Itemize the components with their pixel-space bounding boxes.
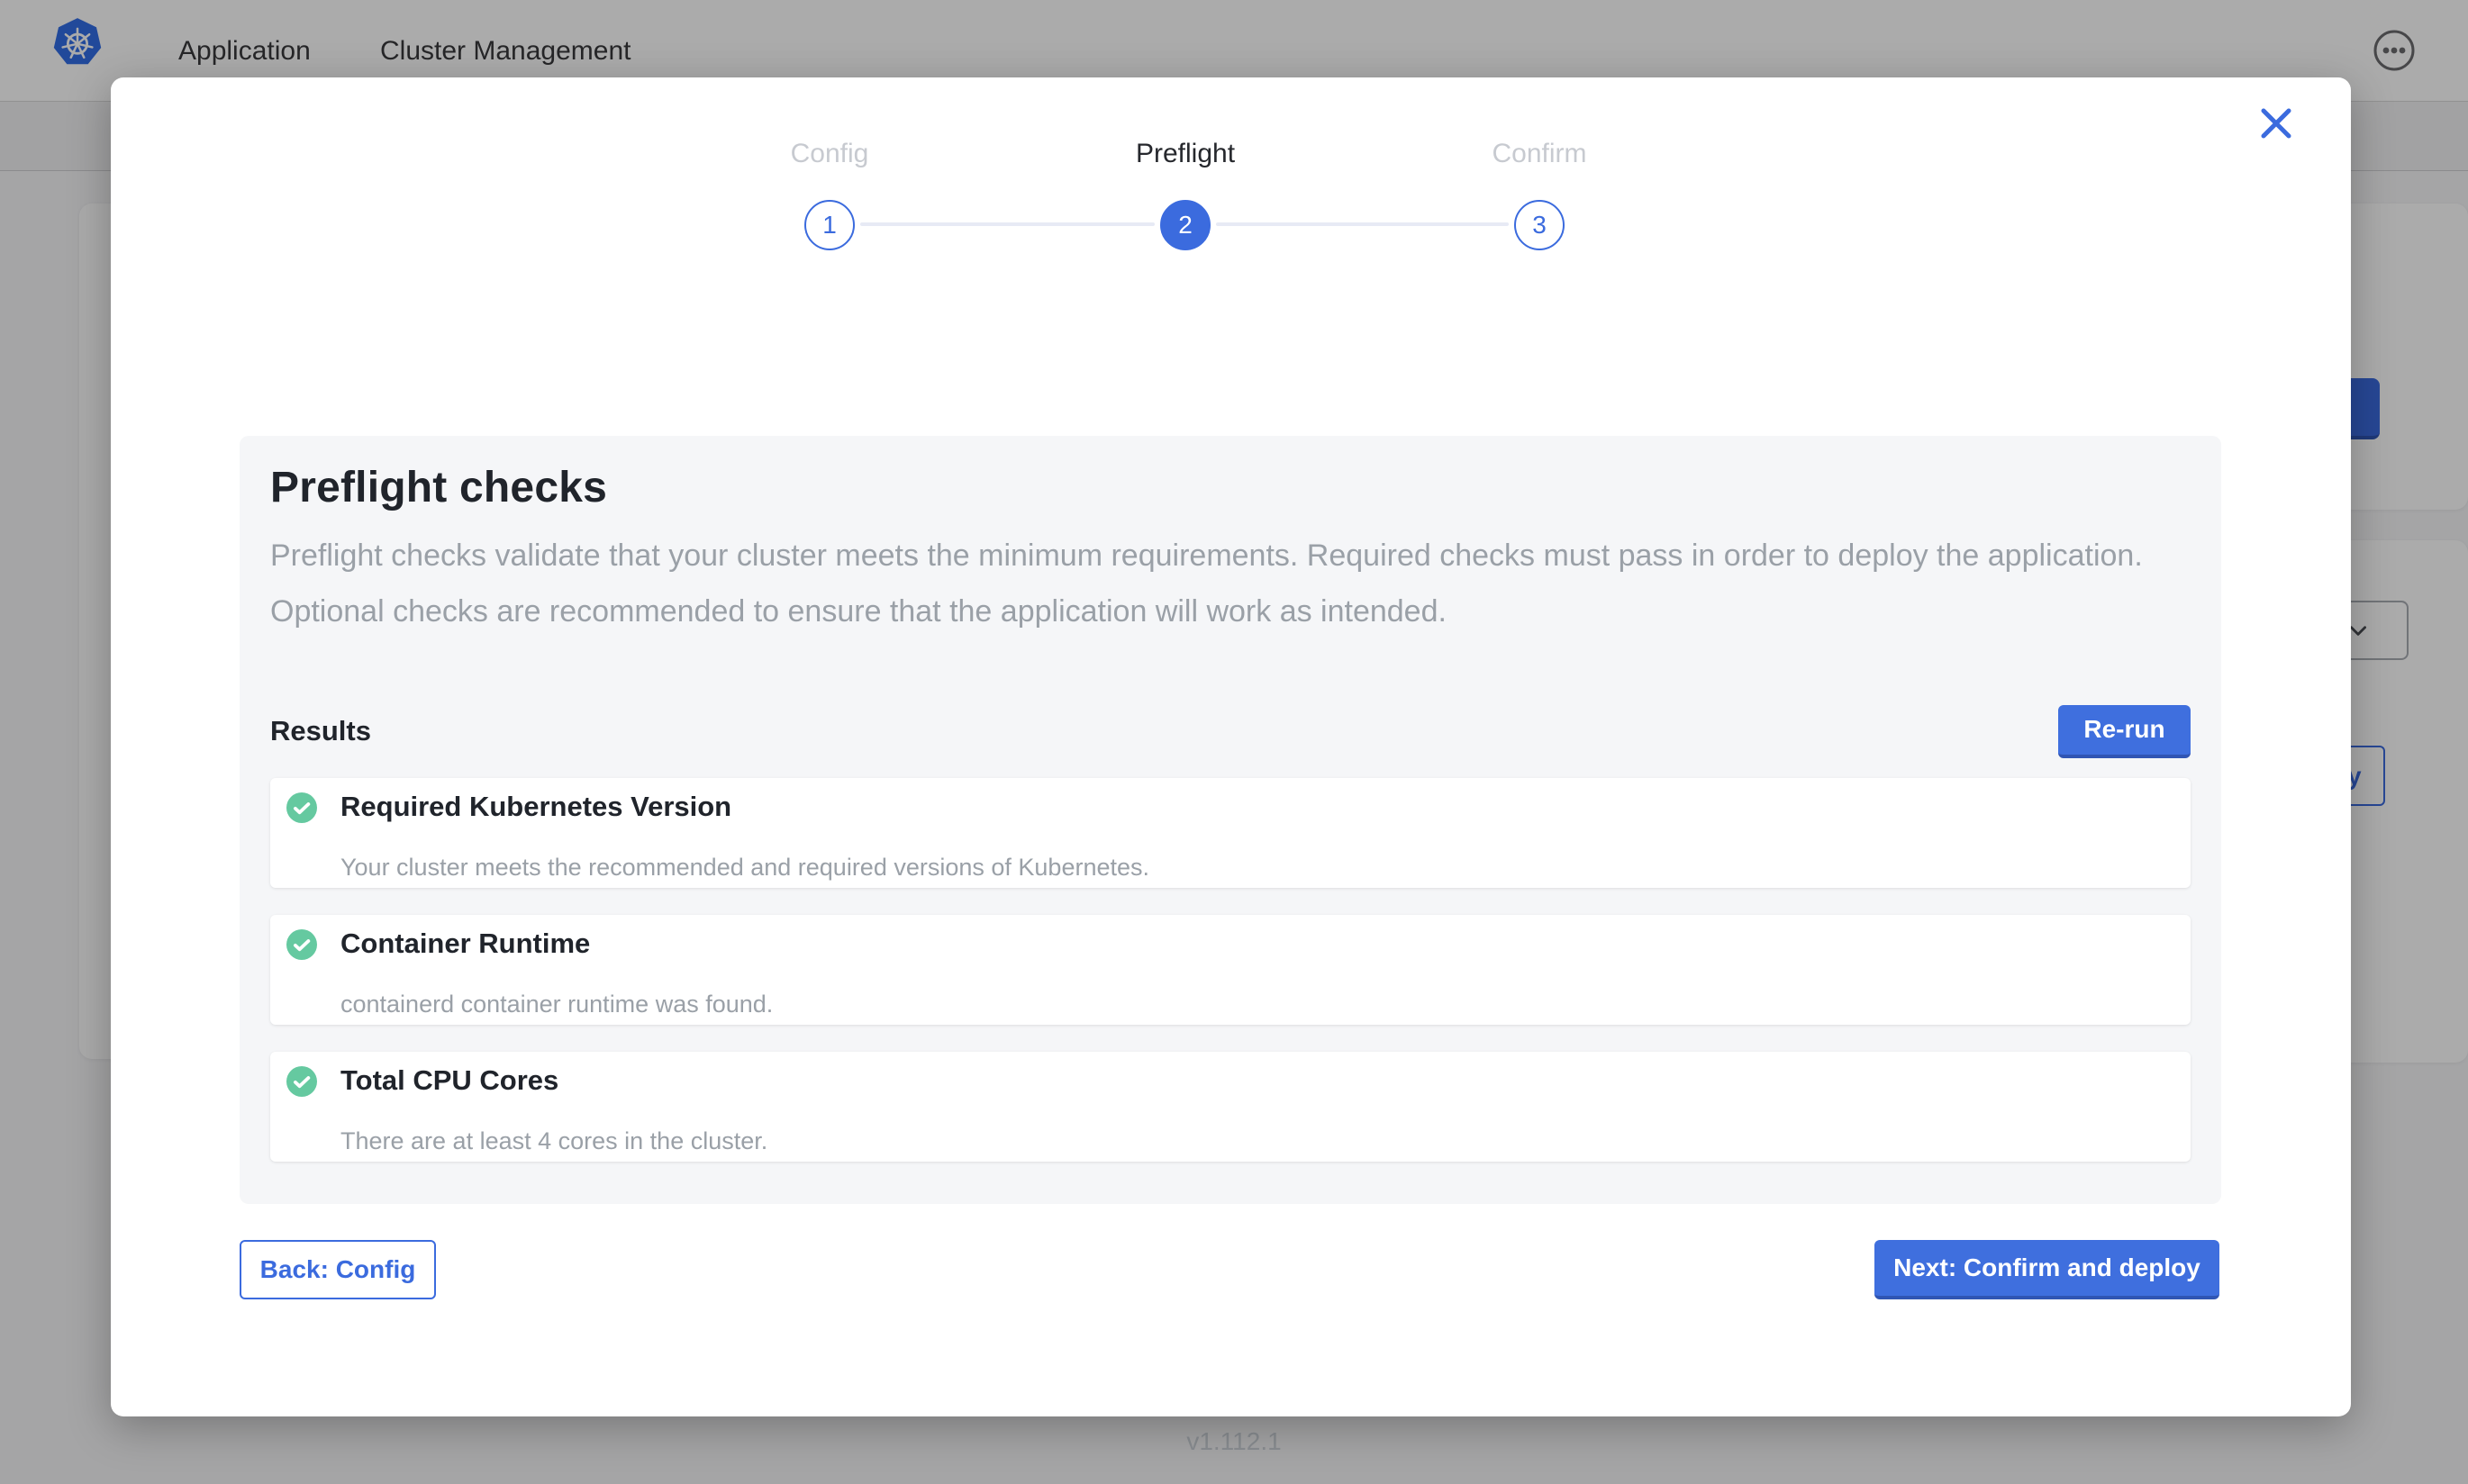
check-title: Container Runtime xyxy=(340,928,2191,960)
panel-title: Preflight checks xyxy=(270,463,2191,512)
check-title: Total CPU Cores xyxy=(340,1064,2191,1097)
step-label-confirm: Confirm xyxy=(1449,139,1629,169)
check-title: Required Kubernetes Version xyxy=(340,791,2191,823)
check-description: containerd container runtime was found. xyxy=(340,991,2191,1018)
results-label: Results xyxy=(270,715,371,747)
preflight-check-item: Total CPU Cores There are at least 4 cor… xyxy=(270,1052,2191,1162)
preflight-modal: Config Preflight Confirm 1 2 3 Preflight… xyxy=(111,77,2351,1416)
panel-description: Preflight checks validate that your clus… xyxy=(270,529,2171,640)
check-circle-icon xyxy=(286,792,317,823)
rerun-button[interactable]: Re-run xyxy=(2058,705,2191,758)
close-button[interactable] xyxy=(2255,103,2298,146)
screen: Application Cluster Management 0 y v1.11… xyxy=(0,0,2468,1484)
step-connector xyxy=(1216,222,1509,226)
preflight-check-item: Required Kubernetes Version Your cluster… xyxy=(270,778,2191,888)
step-label-preflight: Preflight xyxy=(1095,139,1275,169)
step-connector xyxy=(860,222,1155,226)
back-button[interactable]: Back: Config xyxy=(240,1240,436,1299)
check-circle-icon xyxy=(286,929,317,960)
check-description: There are at least 4 cores in the cluste… xyxy=(340,1127,2191,1155)
step-circle-config[interactable]: 1 xyxy=(804,200,855,250)
next-button[interactable]: Next: Confirm and deploy xyxy=(1874,1240,2219,1299)
check-circle-icon xyxy=(286,1066,317,1097)
step-label-config: Config xyxy=(739,139,920,169)
step-circle-preflight[interactable]: 2 xyxy=(1160,200,1211,250)
close-icon xyxy=(2256,104,2296,143)
step-circle-confirm[interactable]: 3 xyxy=(1514,200,1565,250)
check-description: Your cluster meets the recommended and r… xyxy=(340,854,2191,882)
results-row: Results Re-run xyxy=(270,705,2191,758)
preflight-check-item: Container Runtime containerd container r… xyxy=(270,915,2191,1025)
preflight-panel: Preflight checks Preflight checks valida… xyxy=(240,436,2221,1204)
